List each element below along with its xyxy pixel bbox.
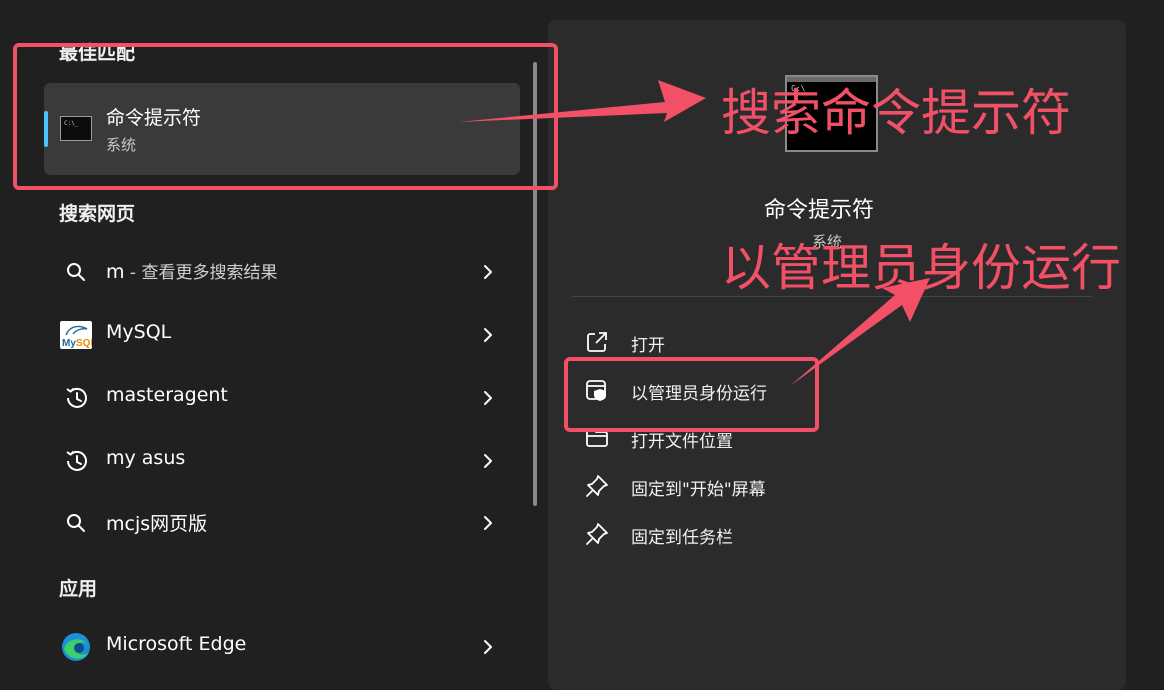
web-search-item[interactable]: mcjs网页版: [44, 497, 520, 549]
web-search-label: mcjs网页版: [106, 513, 208, 535]
pin-icon: [586, 475, 608, 497]
app-label: Microsoft Edge: [106, 633, 247, 655]
web-search-label: MySQL: [106, 321, 172, 343]
chevron-right-icon[interactable]: [478, 513, 498, 533]
web-search-item[interactable]: My SQL MySQL: [44, 309, 520, 361]
best-match-header: 最佳匹配: [59, 42, 136, 64]
best-match-subtitle: 系统: [106, 136, 137, 154]
web-search-item[interactable]: masteragent: [44, 372, 520, 424]
chevron-right-icon[interactable]: [478, 451, 498, 471]
edge-icon: [62, 633, 90, 661]
web-search-more: - 查看更多搜索结果: [124, 263, 278, 283]
scrollbar[interactable]: [533, 62, 537, 506]
action-label: 固定到任务栏: [631, 528, 733, 548]
history-icon: [66, 387, 87, 408]
search-results-panel: 最佳匹配 C:\_ 命令提示符 系统 搜索网页 m - 查看更多搜索结果 My …: [0, 0, 548, 678]
web-search-header: 搜索网页: [59, 203, 136, 225]
chevron-right-icon[interactable]: [478, 262, 498, 282]
divider: [572, 296, 1092, 297]
selection-indicator: [44, 111, 48, 147]
history-icon: [66, 450, 87, 471]
svg-text:My: My: [62, 338, 76, 349]
action-open-file-location[interactable]: 打开文件位置: [584, 417, 1084, 457]
chevron-right-icon[interactable]: [478, 325, 498, 345]
apps-header: 应用: [59, 578, 98, 600]
action-open[interactable]: 打开: [584, 321, 1084, 361]
best-match-result[interactable]: C:\_ 命令提示符 系统: [44, 83, 520, 175]
mysql-icon: My SQL: [60, 321, 92, 349]
folder-icon: [586, 429, 608, 447]
svg-text:SQL: SQL: [76, 338, 92, 349]
command-prompt-large-icon: C:\_: [785, 75, 878, 152]
details-panel: C:\_ 命令提示符 系统 打开 以管理员身份运行 打开文件位置 固定到"开始"…: [548, 20, 1126, 690]
action-label: 打开: [631, 336, 665, 356]
details-subtitle: 系统: [812, 233, 843, 251]
chevron-right-icon[interactable]: [478, 388, 498, 408]
web-search-label: my asus: [106, 447, 186, 469]
command-prompt-icon: C:\_: [60, 116, 92, 141]
details-title: 命令提示符: [764, 198, 875, 223]
web-search-item[interactable]: m - 查看更多搜索结果: [44, 246, 520, 298]
action-pin-to-start[interactable]: 固定到"开始"屏幕: [584, 465, 1084, 505]
pin-icon: [586, 523, 608, 545]
web-search-query: m: [106, 261, 125, 283]
action-label: 打开文件位置: [631, 432, 733, 452]
open-external-icon: [587, 332, 607, 352]
web-search-item[interactable]: my asus: [44, 435, 520, 487]
best-match-title: 命令提示符: [106, 107, 202, 129]
app-item-edge[interactable]: Microsoft Edge: [44, 621, 520, 673]
action-label: 固定到"开始"屏幕: [631, 480, 766, 500]
admin-shield-icon: [586, 380, 606, 401]
chevron-right-icon[interactable]: [478, 637, 498, 657]
action-run-as-admin[interactable]: 以管理员身份运行: [584, 369, 1084, 409]
search-icon: [67, 263, 85, 281]
action-label: 以管理员身份运行: [631, 384, 767, 404]
search-icon: [67, 514, 85, 532]
web-search-label: masteragent: [106, 384, 228, 406]
action-pin-to-taskbar[interactable]: 固定到任务栏: [584, 513, 1084, 553]
